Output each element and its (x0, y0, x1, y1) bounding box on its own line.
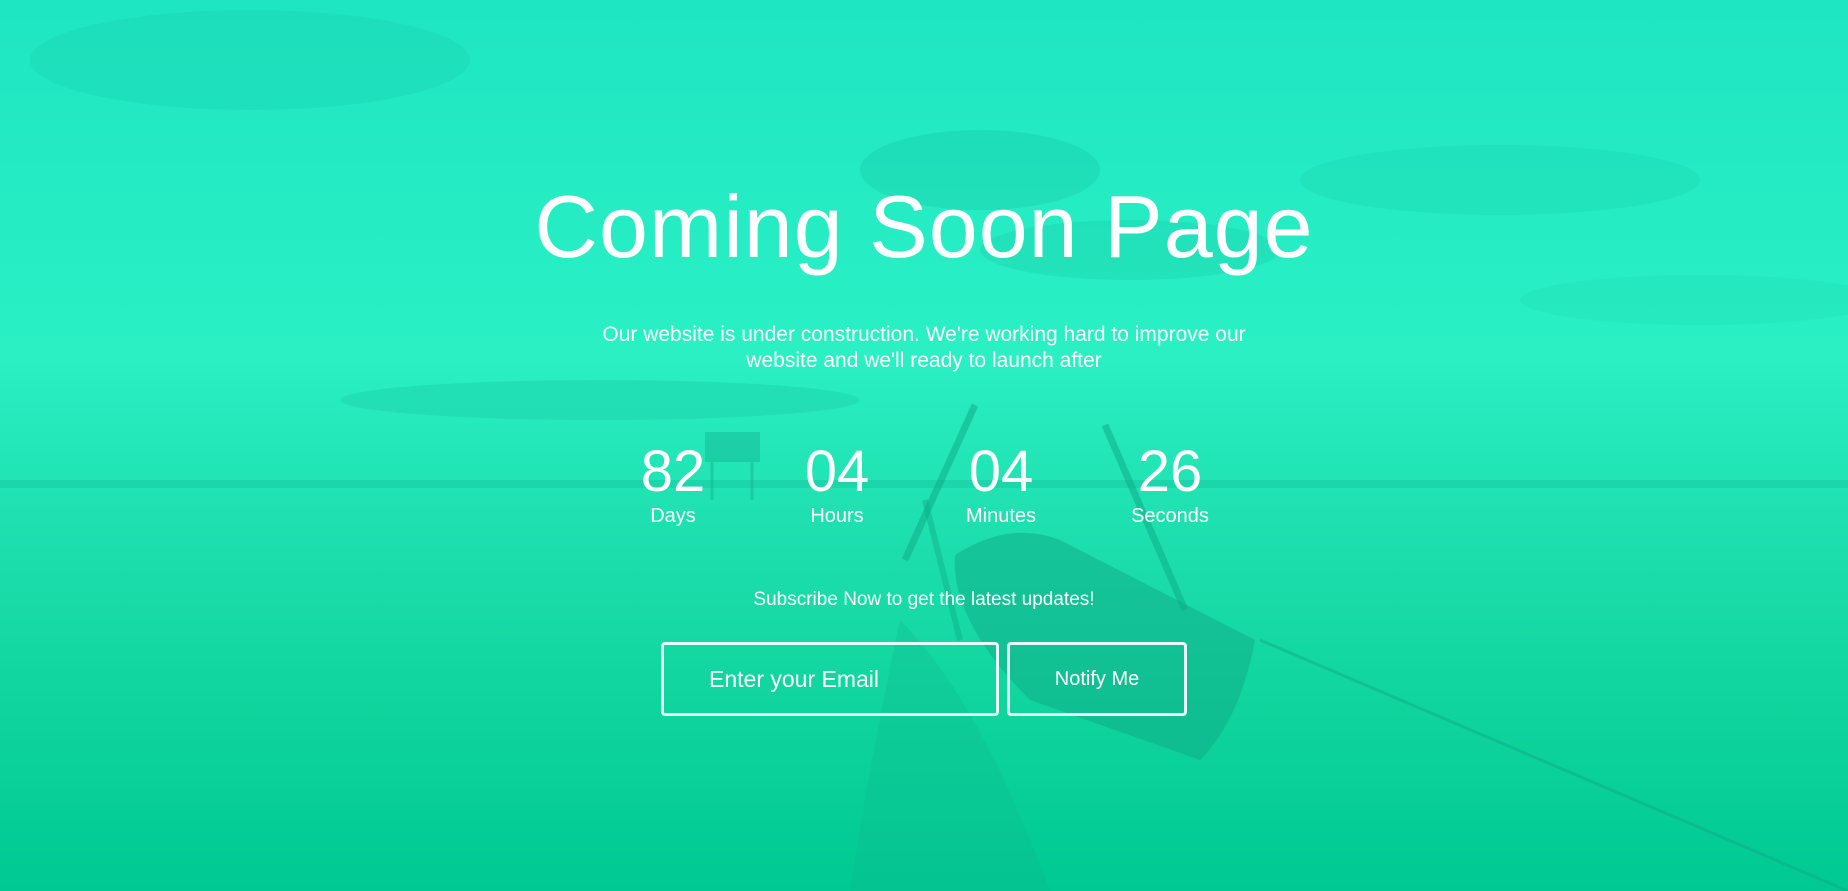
countdown-days: 82 Days (603, 440, 743, 528)
email-input[interactable] (661, 642, 999, 716)
page-title: Coming Soon Page (534, 177, 1314, 276)
hours-label: Hours (810, 505, 864, 527)
countdown-timer: 82 Days 04 Hours 04 Minutes 26 Seconds (0, 440, 1848, 540)
seconds-label: Seconds (1131, 505, 1209, 527)
minutes-value: 04 (968, 439, 1034, 504)
seconds-value: 26 (1137, 439, 1203, 504)
minutes-label: Minutes (965, 505, 1037, 527)
notify-me-button[interactable]: Notify Me (1007, 642, 1187, 716)
hours-value: 04 (804, 439, 870, 504)
days-value: 82 (640, 439, 706, 504)
days-label: Days (650, 505, 696, 527)
countdown-hours: 04 Hours (767, 440, 907, 528)
countdown-minutes: 04 Minutes (931, 440, 1071, 528)
page-subtitle: Our website is under construction. We're… (602, 323, 1246, 372)
subscribe-form: Notify Me (0, 642, 1848, 716)
subscribe-text: Subscribe Now to get the latest updates! (753, 589, 1095, 610)
hero-section: Coming Soon Page Our website is under co… (0, 0, 1848, 891)
countdown-seconds: 26 Seconds (1100, 440, 1240, 528)
